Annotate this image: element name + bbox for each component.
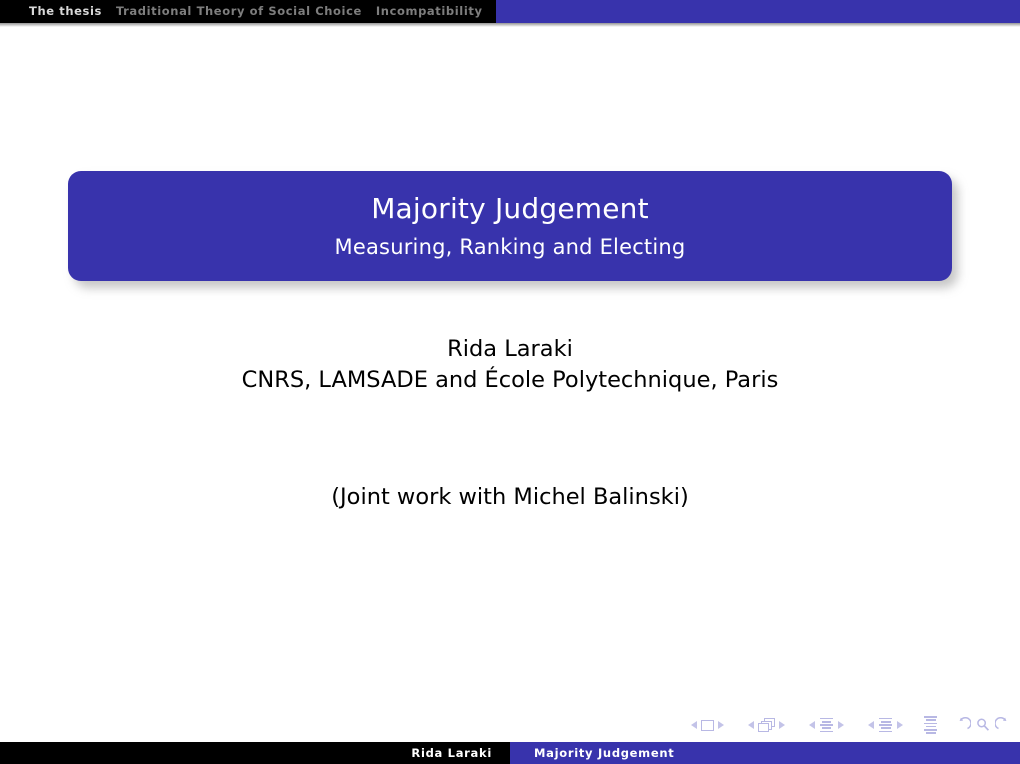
headline-navigation-bar: The thesis Traditional Theory of Social … <box>0 0 1020 23</box>
page-title: Majority Judgement <box>371 191 649 225</box>
headline-section-incompatibility[interactable]: Incompatibility <box>369 0 490 23</box>
nav-group-section <box>864 717 907 733</box>
joint-work-note: (Joint work with Michel Balinski) <box>331 484 689 510</box>
prev-section-icon[interactable] <box>868 721 874 729</box>
prev-frame-icon[interactable] <box>748 721 754 729</box>
footline-author-text: Rida Laraki <box>411 746 492 760</box>
forward-arrow-icon[interactable] <box>995 717 1012 733</box>
nav-group-document <box>923 715 938 735</box>
author-block: Rida Laraki CNRS, LAMSADE and École Poly… <box>0 334 1020 396</box>
title-block: Majority Judgement Measuring, Ranking an… <box>68 171 952 281</box>
next-section-icon[interactable] <box>897 721 903 729</box>
nav-group-slide <box>687 719 728 731</box>
prev-slide-icon[interactable] <box>691 721 697 729</box>
footline-title-cell: Majority Judgement <box>510 742 1020 764</box>
back-arrow-icon[interactable] <box>954 717 971 733</box>
document-icon[interactable] <box>923 715 938 735</box>
nav-group-subsection <box>805 717 848 733</box>
next-subsection-icon[interactable] <box>838 721 844 729</box>
nav-group-frame <box>744 718 789 732</box>
title-block-wrapper: Majority Judgement Measuring, Ranking an… <box>68 171 958 288</box>
footline-bar: Rida Laraki Majority Judgement <box>0 742 1020 764</box>
prev-subsection-icon[interactable] <box>809 721 815 729</box>
section-icon[interactable] <box>878 717 893 733</box>
author-affiliation: CNRS, LAMSADE and École Polytechnique, P… <box>241 367 779 393</box>
search-icon[interactable] <box>975 717 991 733</box>
next-slide-icon[interactable] <box>718 721 724 729</box>
headline-section-traditional-theory[interactable]: Traditional Theory of Social Choice <box>109 0 369 23</box>
headline-section-list: The thesis Traditional Theory of Social … <box>0 0 496 23</box>
subsection-icon[interactable] <box>819 717 834 733</box>
headline-section-the-thesis[interactable]: The thesis <box>22 0 109 23</box>
next-frame-icon[interactable] <box>779 721 785 729</box>
page-subtitle: Measuring, Ranking and Electing <box>334 234 686 259</box>
headline-bar-filler <box>495 0 1020 23</box>
author-name: Rida Laraki <box>447 336 573 362</box>
nav-group-history <box>954 717 1012 733</box>
headline-bar-shadow <box>0 23 1020 27</box>
footline-title-text: Majority Judgement <box>534 746 675 760</box>
slide-icon[interactable] <box>701 719 714 731</box>
frame-icon[interactable] <box>758 718 775 732</box>
footline-author-cell: Rida Laraki <box>0 742 510 764</box>
beamer-navigation-symbols <box>687 712 1012 738</box>
